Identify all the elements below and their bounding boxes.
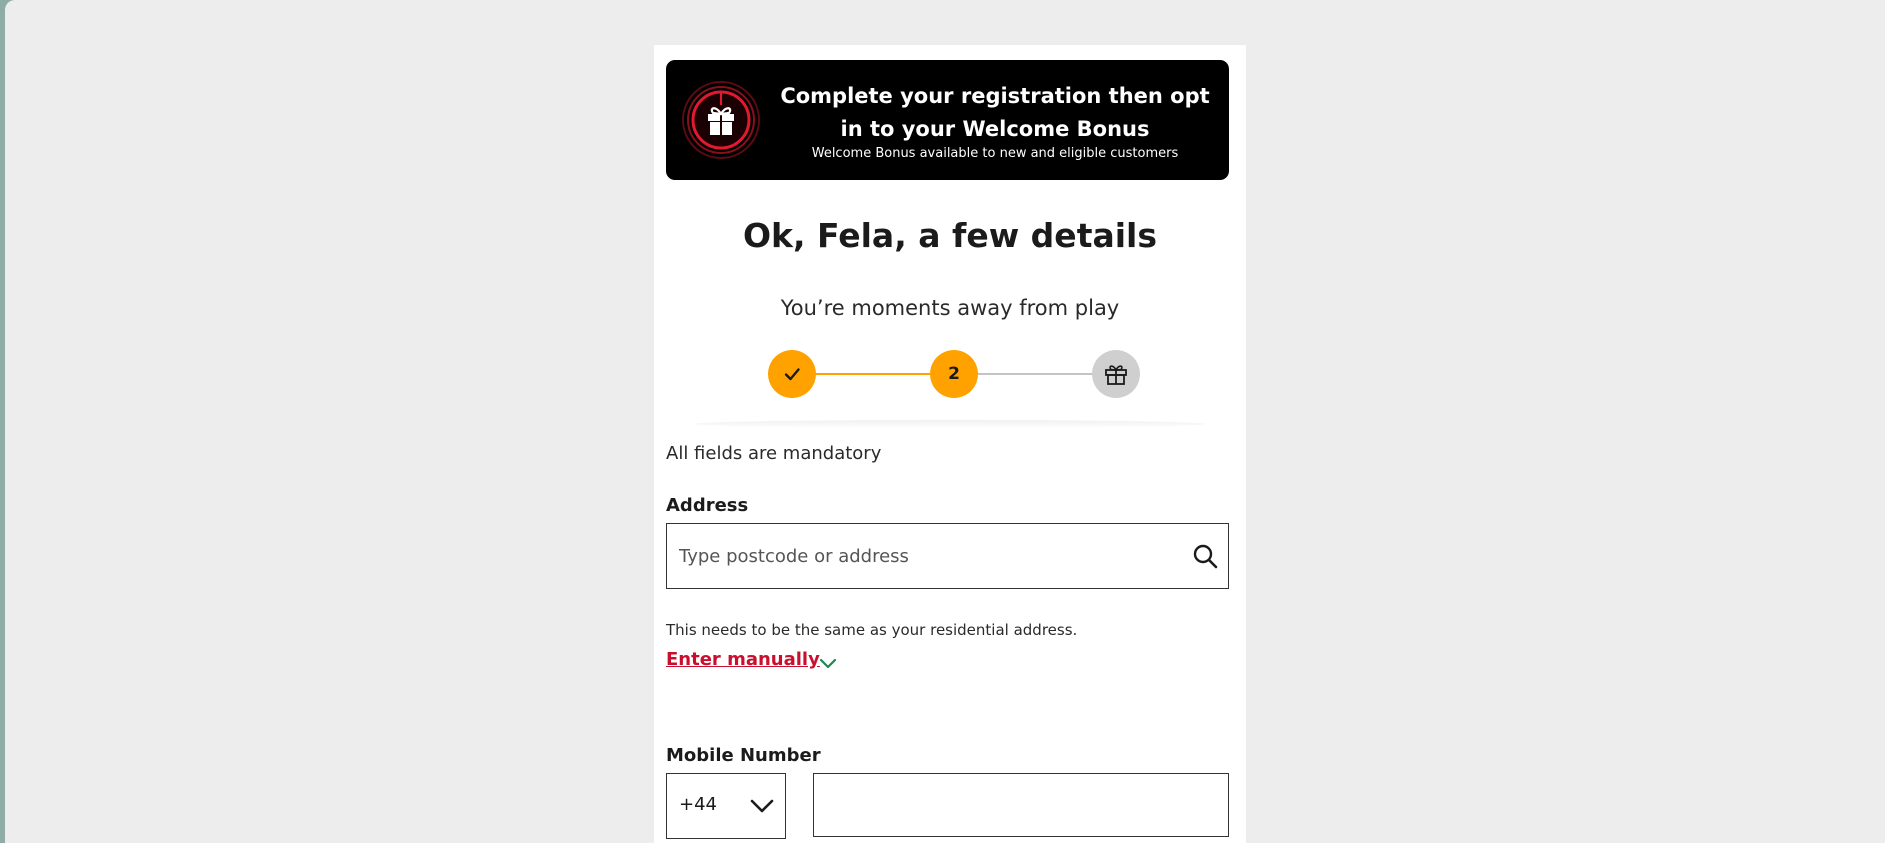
- chevron-down-icon[interactable]: [818, 653, 838, 673]
- mobile-number-label: Mobile Number: [666, 745, 821, 766]
- step-2-label: 2: [948, 364, 960, 384]
- address-label: Address: [666, 495, 749, 516]
- progress-stepper: 2: [654, 347, 1246, 428]
- page-subtitle: You’re moments away from play: [780, 296, 1120, 320]
- gift-icon: [1105, 365, 1127, 385]
- address-hint: This needs to be the same as your reside…: [666, 621, 1078, 639]
- search-icon[interactable]: [1192, 543, 1218, 569]
- welcome-bonus-banner: Complete your registration then opt in t…: [666, 60, 1229, 180]
- enter-manually-link[interactable]: Enter manually: [666, 649, 820, 670]
- stepper-divider-shadow: [694, 420, 1206, 428]
- registration-card: Complete your registration then opt in t…: [654, 45, 1246, 843]
- step-2-current: 2: [930, 350, 978, 398]
- gift-icon: [682, 81, 760, 159]
- banner-title: Complete your registration then opt in t…: [780, 84, 1210, 141]
- mobile-number-input[interactable]: [813, 773, 1229, 837]
- country-code-value: +44: [679, 794, 717, 815]
- address-input[interactable]: [679, 524, 1159, 588]
- address-field: [666, 523, 1229, 589]
- country-code-select[interactable]: +44: [666, 773, 786, 839]
- step-1-complete: [768, 350, 816, 398]
- mandatory-note: All fields are mandatory: [666, 443, 882, 464]
- page-viewport: Complete your registration then opt in t…: [5, 0, 1885, 843]
- checkmark-icon: [784, 368, 800, 381]
- chevron-down-icon: [750, 799, 774, 813]
- banner-subtitle: Welcome Bonus available to new and eligi…: [811, 146, 1179, 161]
- page-title: Ok, Fela, a few details: [743, 216, 1157, 255]
- step-3-upcoming: [1092, 350, 1140, 398]
